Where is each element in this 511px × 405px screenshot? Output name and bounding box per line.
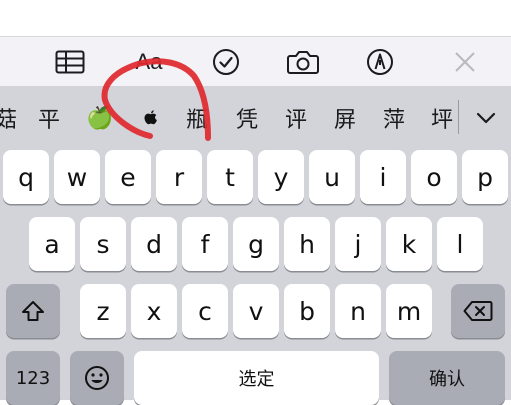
key-q[interactable]: q: [3, 150, 49, 204]
candidate-item[interactable]: 瓶: [177, 86, 217, 150]
candidate-divider: [458, 100, 459, 134]
candidate-bar: 菇 平 🍏 瓶 凭 评 屏 萍 坪: [0, 86, 511, 150]
key-w[interactable]: w: [54, 150, 100, 204]
key-h[interactable]: h: [284, 217, 330, 271]
camera-button[interactable]: [285, 44, 321, 80]
markup-button[interactable]: [362, 44, 398, 80]
key-g[interactable]: g: [233, 217, 279, 271]
camera-icon: [287, 51, 319, 74]
key-y[interactable]: y: [258, 150, 304, 204]
candidate-item[interactable]: 菇: [0, 86, 26, 150]
table-icon: [55, 50, 85, 74]
candidate-item[interactable]: 坪: [422, 86, 462, 150]
candidate-item[interactable]: 🍏: [80, 86, 120, 150]
key-c[interactable]: c: [182, 284, 228, 338]
key-o[interactable]: o: [411, 150, 457, 204]
checklist-button[interactable]: [208, 44, 244, 80]
candidate-item[interactable]: [131, 86, 171, 150]
key-v[interactable]: v: [233, 284, 279, 338]
key-i[interactable]: i: [360, 150, 406, 204]
key-f[interactable]: f: [182, 217, 228, 271]
key-l[interactable]: l: [437, 217, 483, 271]
key-m[interactable]: m: [386, 284, 432, 338]
candidate-item[interactable]: 平: [29, 86, 69, 150]
markup-pen-icon: [367, 49, 393, 75]
key-s[interactable]: s: [80, 217, 126, 271]
emoji-key[interactable]: [70, 351, 124, 405]
key-d[interactable]: d: [131, 217, 177, 271]
document-area: [0, 0, 511, 36]
text-format-label: Aa: [135, 49, 163, 74]
numbers-key[interactable]: 123: [6, 351, 60, 405]
key-r[interactable]: r: [156, 150, 202, 204]
apple-logo-icon: [144, 109, 157, 124]
shift-key[interactable]: [6, 284, 60, 338]
space-key[interactable]: 选定: [134, 351, 379, 405]
key-p[interactable]: p: [462, 150, 508, 204]
candidate-item[interactable]: 屏: [325, 86, 365, 150]
candidate-item[interactable]: 评: [276, 86, 316, 150]
key-k[interactable]: k: [386, 217, 432, 271]
expand-candidates-button[interactable]: [466, 86, 506, 150]
key-x[interactable]: x: [131, 284, 177, 338]
checkmark-circle-icon: [213, 49, 239, 75]
text-format-button[interactable]: Aa: [131, 44, 167, 80]
key-b[interactable]: b: [284, 284, 330, 338]
delete-key[interactable]: [451, 284, 505, 338]
shift-icon: [22, 301, 44, 321]
candidate-item[interactable]: 萍: [374, 86, 414, 150]
emoji-icon: [85, 366, 109, 390]
key-j[interactable]: j: [335, 217, 381, 271]
delete-backspace-icon: [463, 301, 493, 321]
key-n[interactable]: n: [335, 284, 381, 338]
key-u[interactable]: u: [309, 150, 355, 204]
return-key[interactable]: 确认: [389, 351, 505, 405]
close-icon: [455, 52, 475, 72]
key-z[interactable]: z: [80, 284, 126, 338]
key-a[interactable]: a: [29, 217, 75, 271]
chevron-down-icon: [476, 112, 496, 124]
key-t[interactable]: t: [207, 150, 253, 204]
table-button[interactable]: [52, 44, 88, 80]
candidate-item[interactable]: 凭: [227, 86, 267, 150]
keyboard: q w e r t y u i o p a s d f g h j k l z …: [0, 150, 511, 405]
notes-toolbar: Aa: [0, 36, 511, 87]
key-e[interactable]: e: [105, 150, 151, 204]
close-button[interactable]: [447, 44, 483, 80]
